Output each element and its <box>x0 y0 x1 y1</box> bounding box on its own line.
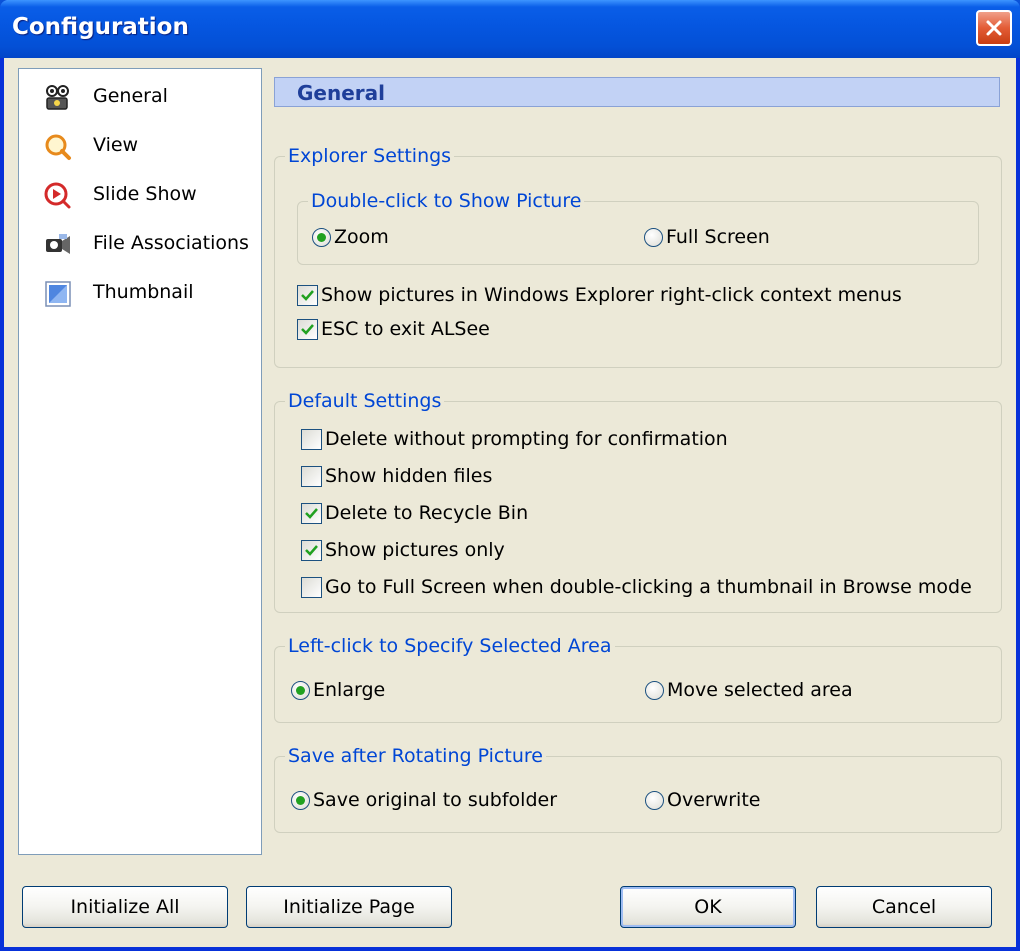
group-legend: Default Settings <box>285 390 445 412</box>
checkbox-box[interactable] <box>297 318 318 340</box>
checkbox-box[interactable] <box>297 284 318 306</box>
group-legend: Save after Rotating Picture <box>285 745 546 767</box>
save-original-radio[interactable]: Save original to subfolder <box>291 789 557 811</box>
radio-dot[interactable] <box>291 680 310 700</box>
checkbox-box[interactable] <box>301 502 322 524</box>
check-mark-icon <box>301 323 314 335</box>
nav-item-label: General <box>93 85 168 107</box>
radio-label: Zoom <box>334 226 389 248</box>
checkbox-label: Show pictures only <box>325 539 505 561</box>
double-click-group: Double-click to Show Picture Zoom Full S… <box>297 190 979 265</box>
radio-dot[interactable] <box>645 790 664 810</box>
check-mark-icon <box>305 507 318 519</box>
enlarge-radio[interactable]: Enlarge <box>291 679 385 701</box>
file-associations-icon <box>46 234 70 254</box>
radio-label: Move selected area <box>667 679 853 701</box>
delete-to-recycle-bin-checkbox[interactable]: Delete to Recycle Bin <box>301 502 528 524</box>
full-screen-radio[interactable]: Full Screen <box>644 226 770 248</box>
nav-item-view[interactable]: View <box>19 126 261 166</box>
checkbox-label: Delete to Recycle Bin <box>325 502 529 524</box>
slideshow-play-icon <box>44 182 71 209</box>
checkbox-label: ESC to exit ALSee <box>321 318 490 340</box>
nav-item-slide-show[interactable]: Slide Show <box>19 175 261 215</box>
radio-label: Save original to subfolder <box>313 789 558 811</box>
close-button[interactable] <box>976 10 1012 46</box>
close-icon <box>986 20 1002 36</box>
move-selected-area-radio[interactable]: Move selected area <box>645 679 853 701</box>
nav-item-general[interactable]: General <box>19 77 261 117</box>
group-legend: Double-click to Show Picture <box>308 190 585 212</box>
thumbnail-icon <box>45 281 71 307</box>
nav-item-label: Thumbnail <box>93 281 194 303</box>
check-mark-icon <box>301 289 314 301</box>
delete-without-prompt-checkbox[interactable]: Delete without prompting for confirmatio… <box>301 428 728 450</box>
nav-item-file-associations[interactable]: File Associations <box>19 224 261 264</box>
nav-item-label: File Associations <box>93 232 249 254</box>
group-legend: Explorer Settings <box>285 145 455 167</box>
initialize-page-button[interactable]: Initialize Page <box>246 886 452 928</box>
explorer-settings-group: Explorer Settings Double-click to Show P… <box>274 145 1002 368</box>
window-title: Configuration <box>12 14 189 40</box>
nav-item-label: Slide Show <box>93 183 197 205</box>
check-mark-icon <box>305 544 318 556</box>
category-list[interactable]: General View Slide Show File Association… <box>18 68 262 855</box>
radio-dot[interactable] <box>645 680 664 700</box>
checkbox-box[interactable] <box>301 465 322 487</box>
checkbox-label: Show pictures in Windows Explorer right-… <box>321 284 902 306</box>
radio-dot[interactable] <box>291 790 310 810</box>
checkbox-label: Show hidden files <box>325 465 493 487</box>
show-hidden-files-checkbox[interactable]: Show hidden files <box>301 465 492 487</box>
zoom-radio[interactable]: Zoom <box>312 226 389 248</box>
full-screen-on-double-click-checkbox[interactable]: Go to Full Screen when double-clicking a… <box>301 576 972 598</box>
radio-label: Enlarge <box>313 679 386 701</box>
radio-label: Overwrite <box>667 789 761 811</box>
show-pictures-only-checkbox[interactable]: Show pictures only <box>301 539 505 561</box>
esc-exit-checkbox[interactable]: ESC to exit ALSee <box>297 318 490 340</box>
context-menu-checkbox[interactable]: Show pictures in Windows Explorer right-… <box>297 284 902 306</box>
checkbox-label: Go to Full Screen when double-clicking a… <box>325 576 972 598</box>
camera-people-icon <box>46 85 69 110</box>
radio-label: Full Screen <box>666 226 770 248</box>
checkbox-box[interactable] <box>301 428 322 450</box>
left-click-group: Left-click to Specify Selected Area Enla… <box>274 635 1002 723</box>
radio-dot[interactable] <box>312 227 331 247</box>
overwrite-radio[interactable]: Overwrite <box>645 789 760 811</box>
nav-item-thumbnail[interactable]: Thumbnail <box>19 273 261 313</box>
checkbox-box[interactable] <box>301 576 322 598</box>
checkbox-box[interactable] <box>301 539 322 561</box>
group-legend: Left-click to Specify Selected Area <box>285 635 615 657</box>
radio-dot[interactable] <box>644 227 663 247</box>
page-header: General <box>274 77 1000 107</box>
title-bar[interactable]: Configuration <box>0 0 1020 58</box>
page-title: General <box>297 81 385 105</box>
initialize-all-button[interactable]: Initialize All <box>22 886 228 928</box>
cancel-button[interactable]: Cancel <box>816 886 992 928</box>
checkbox-label: Delete without prompting for confirmatio… <box>325 428 728 450</box>
nav-item-label: View <box>93 134 139 156</box>
default-settings-group: Default Settings Delete without promptin… <box>274 390 1002 613</box>
save-after-rotating-group: Save after Rotating Picture Save origina… <box>274 745 1002 833</box>
ok-button[interactable]: OK <box>620 886 796 928</box>
magnifier-icon <box>45 134 71 160</box>
